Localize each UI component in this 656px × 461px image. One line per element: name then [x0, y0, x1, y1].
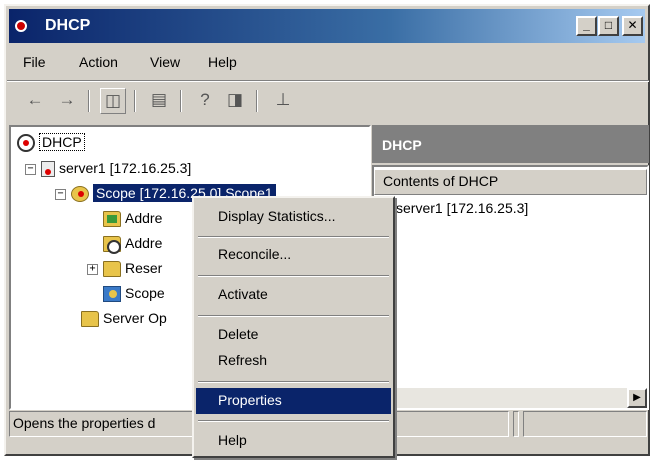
- export-list-icon[interactable]: ▤: [146, 88, 172, 114]
- toolbar-separator: [180, 90, 182, 112]
- tree-label: Addre: [125, 235, 163, 251]
- tree-item-address-pool[interactable]: Addre: [103, 207, 162, 229]
- menu-separator: [198, 381, 389, 383]
- tree-item-server[interactable]: − server1 [172.16.25.3]: [25, 157, 191, 179]
- menu-help[interactable]: Help: [208, 54, 237, 70]
- scope-options-icon: [103, 286, 121, 303]
- toolbar-separator: [88, 90, 90, 112]
- list-item-label: server1 [172.16.25.3]: [396, 200, 529, 216]
- status-cell-2: [513, 411, 519, 437]
- tree-item-dhcp[interactable]: DHCP: [17, 131, 85, 153]
- address-leases-icon: [103, 236, 121, 255]
- column-header[interactable]: Contents of DHCP: [374, 169, 647, 195]
- status-cell-3: [523, 411, 647, 437]
- menu-item-reconcile[interactable]: Reconcile...: [196, 242, 391, 268]
- collapse-icon[interactable]: −: [25, 163, 36, 175]
- list-item[interactable]: server1 [172.16.25.3]: [378, 200, 529, 218]
- server-status-icon[interactable]: ⊥: [270, 88, 296, 114]
- show-hide-tree-icon[interactable]: ◫: [100, 88, 126, 114]
- menu-divider: [7, 80, 649, 82]
- menu-separator: [198, 275, 389, 277]
- collapse-icon[interactable]: −: [55, 188, 66, 200]
- tree-item-server-options[interactable]: Server Op: [81, 307, 167, 329]
- toolbar-separator: [134, 90, 136, 112]
- toolbar-separator: [256, 90, 258, 112]
- menu-item-refresh[interactable]: Refresh: [196, 348, 391, 374]
- forward-arrow-icon[interactable]: →: [54, 88, 80, 114]
- menu-action[interactable]: Action: [79, 54, 118, 70]
- show-hide-action-pane-icon[interactable]: ◨: [222, 88, 248, 114]
- scroll-right-icon[interactable]: ▶: [627, 388, 647, 408]
- menu-item-display-statistics[interactable]: Display Statistics...: [196, 204, 391, 230]
- server-options-icon: [81, 311, 99, 328]
- tree-label: server1 [172.16.25.3]: [59, 160, 192, 176]
- tree-item-reservations[interactable]: + Reser: [87, 257, 162, 279]
- tree-label: Scope: [125, 285, 165, 301]
- help-icon[interactable]: ?: [192, 88, 218, 114]
- tree-label: DHCP: [39, 133, 85, 151]
- menu-file[interactable]: File: [23, 54, 46, 70]
- menu-item-activate[interactable]: Activate: [196, 282, 391, 308]
- tree-item-address-leases[interactable]: Addre: [103, 232, 163, 255]
- reservations-icon: [103, 261, 121, 278]
- minimize-button[interactable]: _: [576, 16, 597, 36]
- tree-item-scope-options[interactable]: Scope: [103, 282, 165, 304]
- menu-separator: [198, 420, 389, 422]
- back-arrow-icon[interactable]: ←: [22, 88, 48, 114]
- menu-item-properties[interactable]: Properties: [196, 388, 391, 414]
- scope-icon: [71, 186, 89, 203]
- dhcp-app-icon: [15, 17, 41, 35]
- details-pane[interactable]: Contents of DHCP server1 [172.16.25.3] ▶: [372, 165, 649, 410]
- window-title: DHCP: [45, 17, 91, 34]
- tree-label: Reser: [125, 260, 163, 276]
- expand-icon[interactable]: +: [87, 263, 98, 275]
- maximize-button[interactable]: □: [598, 16, 619, 36]
- title-bar[interactable]: DHCP _ □ ✕: [9, 9, 645, 43]
- menu-item-delete[interactable]: Delete: [196, 322, 391, 348]
- menu-item-help[interactable]: Help: [196, 428, 391, 454]
- address-pool-icon: [103, 211, 121, 228]
- menu-view[interactable]: View: [150, 54, 180, 70]
- close-button[interactable]: ✕: [622, 16, 643, 36]
- tree-label: Addre: [125, 210, 163, 226]
- context-menu: Display Statistics... Reconcile... Activ…: [192, 196, 395, 458]
- menu-separator: [198, 236, 389, 238]
- details-header: DHCP: [372, 125, 649, 163]
- horizontal-scrollbar[interactable]: ▶: [374, 388, 647, 408]
- tree-label: Server Op: [103, 310, 167, 326]
- server-icon: [41, 161, 55, 178]
- dhcp-icon: [17, 134, 35, 153]
- menu-separator: [198, 315, 389, 317]
